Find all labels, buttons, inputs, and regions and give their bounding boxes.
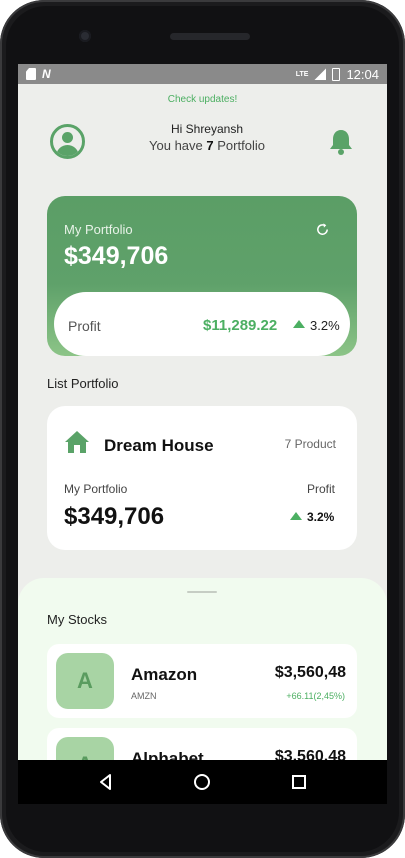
profit-percent: 3.2% [310,318,340,333]
stock-name: Alphabet [131,749,204,760]
drag-handle[interactable] [187,591,217,593]
back-icon[interactable] [96,772,116,792]
product-count: 7 Product [284,437,336,451]
portfolio-list-item[interactable]: Dream House 7 Product My Portfolio $349,… [47,406,357,550]
portfolio-item-label: My Portfolio [64,482,128,496]
refresh-icon[interactable] [315,222,330,237]
stock-letter-avatar: A [56,737,114,760]
stock-price: $3,560,48 [274,664,346,681]
greeting-text: Hi Shreyansh [170,122,244,136]
app-screen: N LTE 12:04 Check updates! Hi Shreyansh … [18,64,387,760]
portfolio-count-text: You have 7 Portfolio [118,138,296,153]
my-stocks-title: My Stocks [47,612,107,627]
stock-list-item[interactable]: A Alphabet $3,560,48 [47,728,357,760]
sd-card-icon [26,68,36,80]
portfolio-value: $349,706 [64,242,169,270]
stocks-bottom-sheet[interactable]: My Stocks A Amazon AMZN $3,560,48 +66.11… [18,578,387,760]
house-icon [64,430,90,454]
list-portfolio-title: List Portfolio [47,376,119,391]
portfolio-name: Dream House [104,436,214,455]
profit-label: Profit [68,318,101,334]
home-icon[interactable] [192,772,212,792]
portfolio-item-profit-percent: 3.2% [307,510,335,524]
check-updates-link[interactable]: Check updates! [18,94,387,105]
stock-list-item[interactable]: A Amazon AMZN $3,560,48 +66.11(2,45%) [47,644,357,718]
signal-icon [314,68,327,80]
battery-icon [332,67,341,81]
portfolio-item-value: $349,706 [64,503,165,530]
front-camera [79,30,91,42]
portfolio-count: 7 [206,138,214,153]
stock-change: +66.11(2,45%) [286,691,345,701]
profit-value: $11,289.22 [203,317,278,334]
recents-icon[interactable] [289,772,309,792]
stock-price: $3,560,48 [274,748,346,760]
earpiece-speaker [170,33,250,40]
notification-n-icon: N [42,67,51,81]
portfolio-item-profit-label: Profit [306,482,335,496]
android-nav-bar [18,760,387,804]
stock-letter-avatar: A [56,653,114,709]
portfolio-label: My Portfolio [64,222,133,237]
profile-avatar-icon[interactable] [50,124,85,159]
up-triangle-icon [293,320,305,328]
stock-name: Amazon [131,665,198,684]
network-type: LTE [295,70,309,78]
stock-ticker: AMZN [131,691,157,701]
status-time: 12:04 [346,66,379,82]
profit-pill: Profit $11,289.22 3.2% [54,292,350,356]
status-bar: N LTE 12:04 [18,64,387,84]
bell-icon[interactable] [328,128,354,156]
up-triangle-icon [290,512,302,520]
subtitle-prefix: You have [149,138,203,153]
subtitle-suffix: Portfolio [217,138,265,153]
